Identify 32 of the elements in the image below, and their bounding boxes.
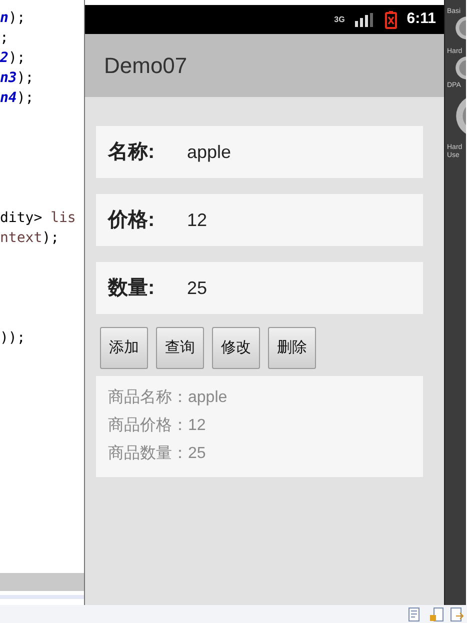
app-title: Demo07 (104, 52, 188, 80)
battery-icon (384, 10, 397, 28)
field-label: 数量: (108, 276, 156, 301)
result-line: 商品价格：12 (108, 416, 207, 436)
lock-icon[interactable] (429, 606, 444, 622)
code-line: n3); (0, 69, 34, 88)
code-line: 2); (0, 49, 26, 68)
network-type: 3G (334, 16, 345, 24)
result-line: 商品数量：25 (108, 444, 207, 464)
code-line: dity> lis (0, 209, 76, 228)
action-button[interactable]: 修改 (212, 327, 260, 369)
action-button[interactable]: 查询 (156, 327, 204, 369)
result-line: 商品名称：apple (108, 388, 228, 408)
clock: 6:11 (406, 9, 436, 30)
code-line: ; (0, 29, 8, 48)
field-value: 12 (187, 208, 208, 232)
code-line: ntext); (0, 229, 60, 248)
input-row[interactable]: 价格: 12 (96, 194, 423, 246)
code-line: )); (0, 329, 26, 348)
field-value: 25 (187, 276, 208, 300)
action-button[interactable]: 添加 (100, 327, 148, 369)
scrollbar[interactable] (0, 573, 84, 591)
code-line: n4); (0, 89, 34, 108)
input-row[interactable]: 数量: 25 (96, 262, 423, 314)
code-line: n); (0, 9, 26, 28)
field-label: 价格: (108, 208, 156, 233)
action-button[interactable]: 删除 (268, 327, 316, 369)
signal-icon (354, 12, 375, 26)
field-label: 名称: (108, 140, 156, 165)
field-value: apple (187, 140, 232, 164)
document-icon[interactable] (450, 606, 465, 622)
input-row[interactable]: 名称: apple (96, 126, 423, 178)
